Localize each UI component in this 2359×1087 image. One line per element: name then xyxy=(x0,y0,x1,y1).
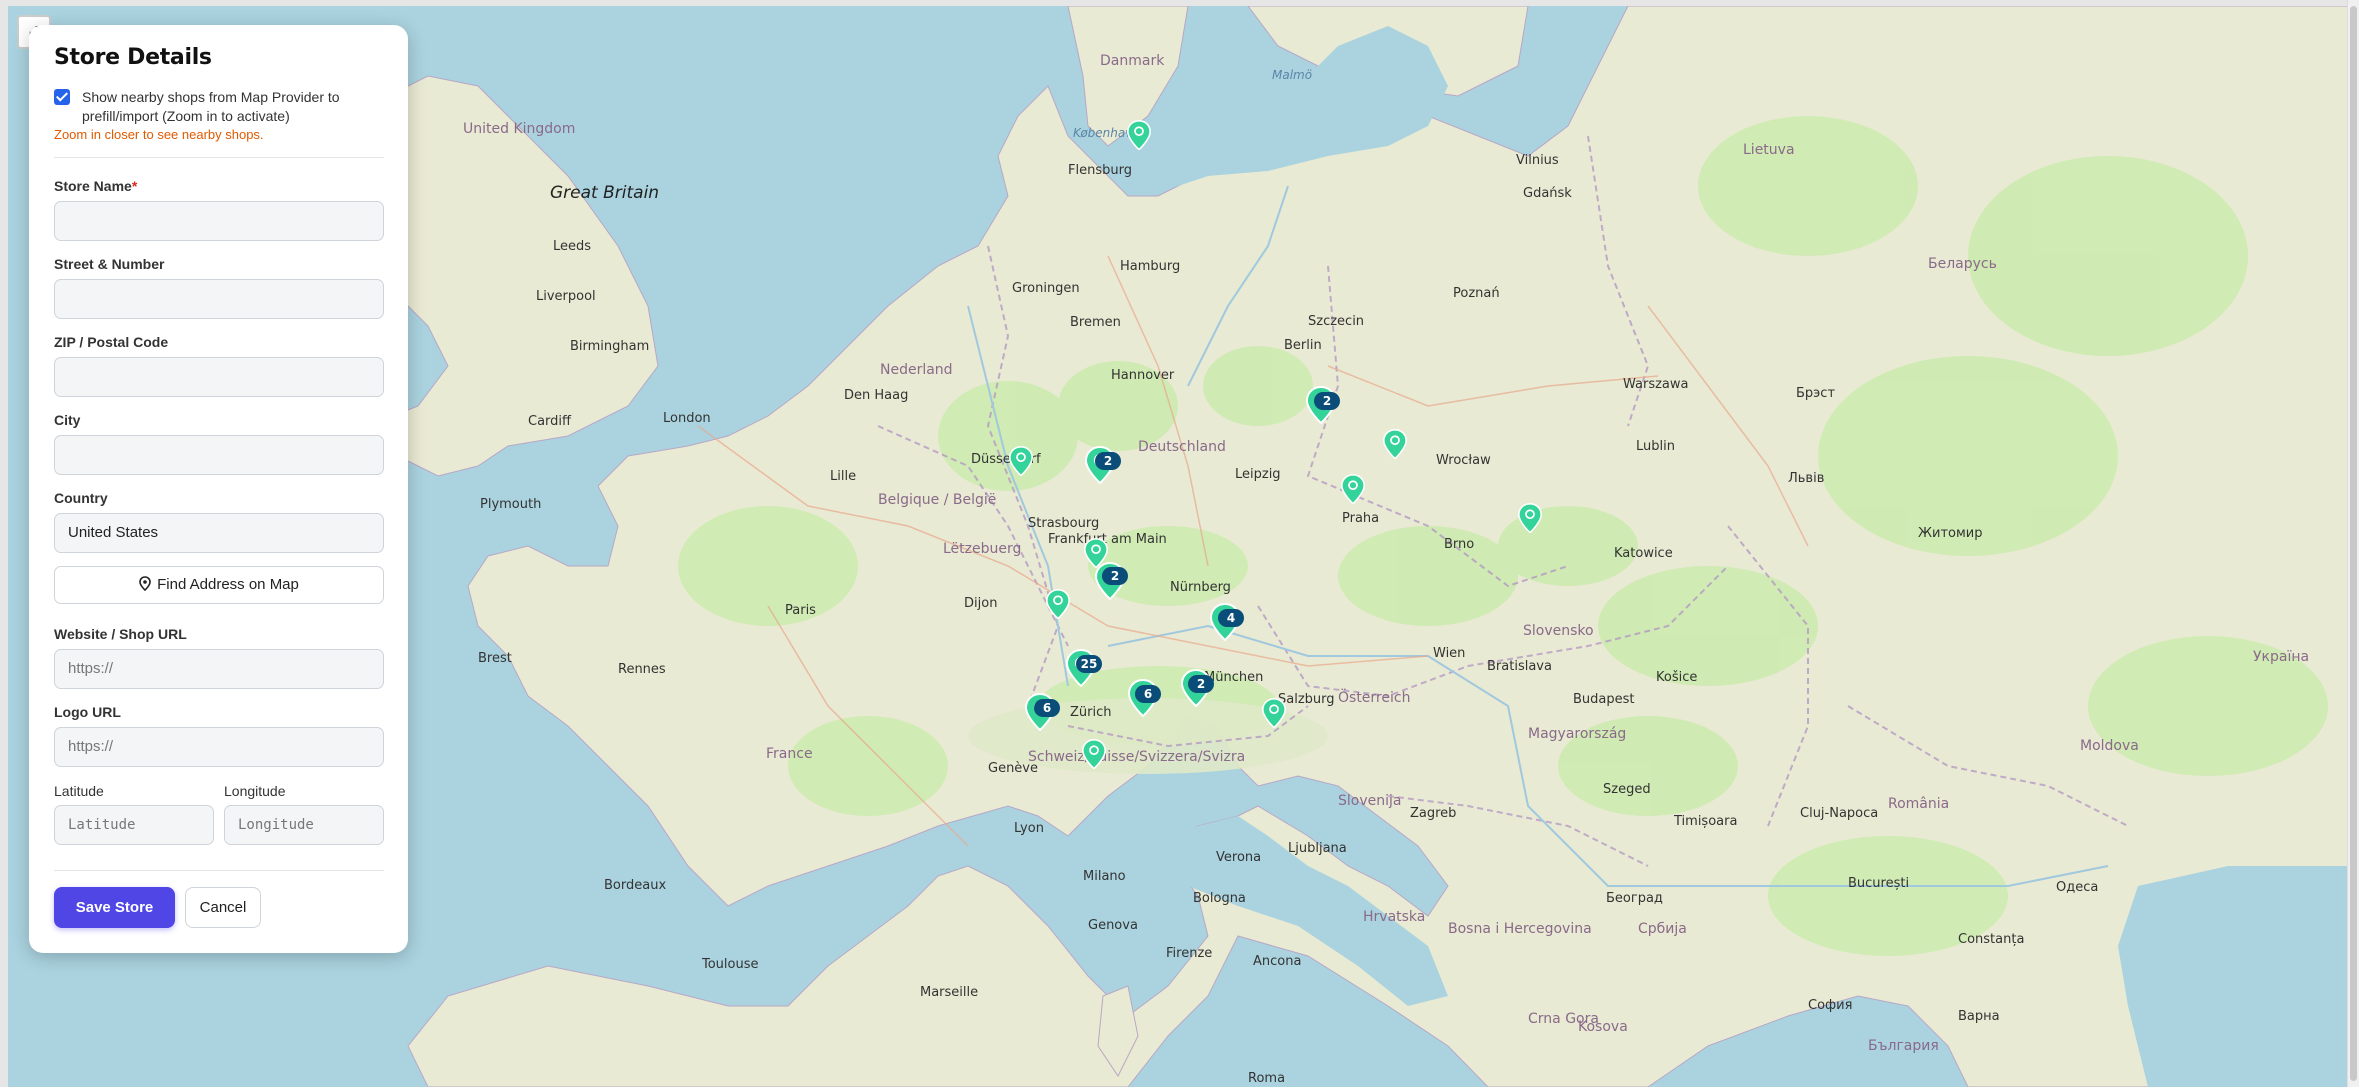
cluster-badge[interactable]: 6 xyxy=(1135,685,1161,703)
store-marker-icon[interactable] xyxy=(1383,428,1407,459)
find-address-button[interactable]: Find Address on Map xyxy=(54,566,384,604)
store-marker-icon[interactable] xyxy=(1341,473,1365,504)
zoom-hint: Zoom in closer to see nearby shops. xyxy=(54,127,264,142)
store-marker-icon[interactable] xyxy=(1046,588,1070,619)
latitude-input[interactable]: Latitude xyxy=(54,805,214,845)
divider xyxy=(54,870,384,871)
find-address-label: Find Address on Map xyxy=(157,576,299,593)
cluster-badge[interactable]: 6 xyxy=(1034,699,1060,717)
city-input[interactable] xyxy=(54,435,384,475)
cluster-badge[interactable]: 2 xyxy=(1102,567,1128,585)
logo-url-placeholder: https:// xyxy=(68,738,114,755)
street-label: Street & Number xyxy=(54,256,165,272)
zip-input[interactable] xyxy=(54,357,384,397)
longitude-input[interactable]: Longitude xyxy=(224,805,384,845)
longitude-label: Longitude xyxy=(224,783,286,799)
cluster-badge[interactable]: 2 xyxy=(1095,452,1121,470)
city-label: City xyxy=(54,412,81,428)
save-store-button[interactable]: Save Store xyxy=(54,887,175,928)
store-marker-icon[interactable] xyxy=(1127,119,1151,150)
nearby-shops-label[interactable]: Show nearby shops from Map Provider to p… xyxy=(82,88,382,126)
cluster-badge[interactable]: 2 xyxy=(1188,675,1214,693)
cancel-button[interactable]: Cancel xyxy=(185,887,261,928)
store-name-label: Store Name* xyxy=(54,178,138,194)
latitude-placeholder: Latitude xyxy=(68,817,136,833)
required-mark: * xyxy=(131,178,138,194)
store-marker-icon[interactable] xyxy=(1009,445,1033,476)
divider xyxy=(54,157,384,158)
country-label: Country xyxy=(54,490,108,506)
longitude-placeholder: Longitude xyxy=(238,817,314,833)
map-pin-icon xyxy=(139,576,151,592)
zip-label: ZIP / Postal Code xyxy=(54,334,169,350)
street-input[interactable] xyxy=(54,279,384,319)
cluster-badge[interactable]: 2 xyxy=(1314,392,1340,410)
cluster-badge[interactable]: 25 xyxy=(1076,655,1102,673)
nearby-shops-checkbox[interactable] xyxy=(54,89,70,105)
store-marker-icon[interactable] xyxy=(1082,738,1106,769)
store-details-panel: Store Details Show nearby shops from Map… xyxy=(29,25,408,953)
panel-title: Store Details xyxy=(54,45,212,70)
logo-url-label: Logo URL xyxy=(54,704,121,720)
scrollbar-thumb[interactable] xyxy=(2350,6,2357,1081)
website-placeholder: https:// xyxy=(68,660,114,677)
cluster-badge[interactable]: 4 xyxy=(1218,609,1244,627)
latitude-label: Latitude xyxy=(54,783,104,799)
store-marker-icon[interactable] xyxy=(1262,697,1286,728)
vertical-scrollbar[interactable] xyxy=(2347,0,2359,1087)
country-input[interactable]: United States xyxy=(54,513,384,553)
store-name-input[interactable] xyxy=(54,201,384,241)
website-label: Website / Shop URL xyxy=(54,626,187,642)
logo-url-input[interactable]: https:// xyxy=(54,727,384,767)
store-marker-icon[interactable] xyxy=(1518,502,1542,533)
website-input[interactable]: https:// xyxy=(54,649,384,689)
